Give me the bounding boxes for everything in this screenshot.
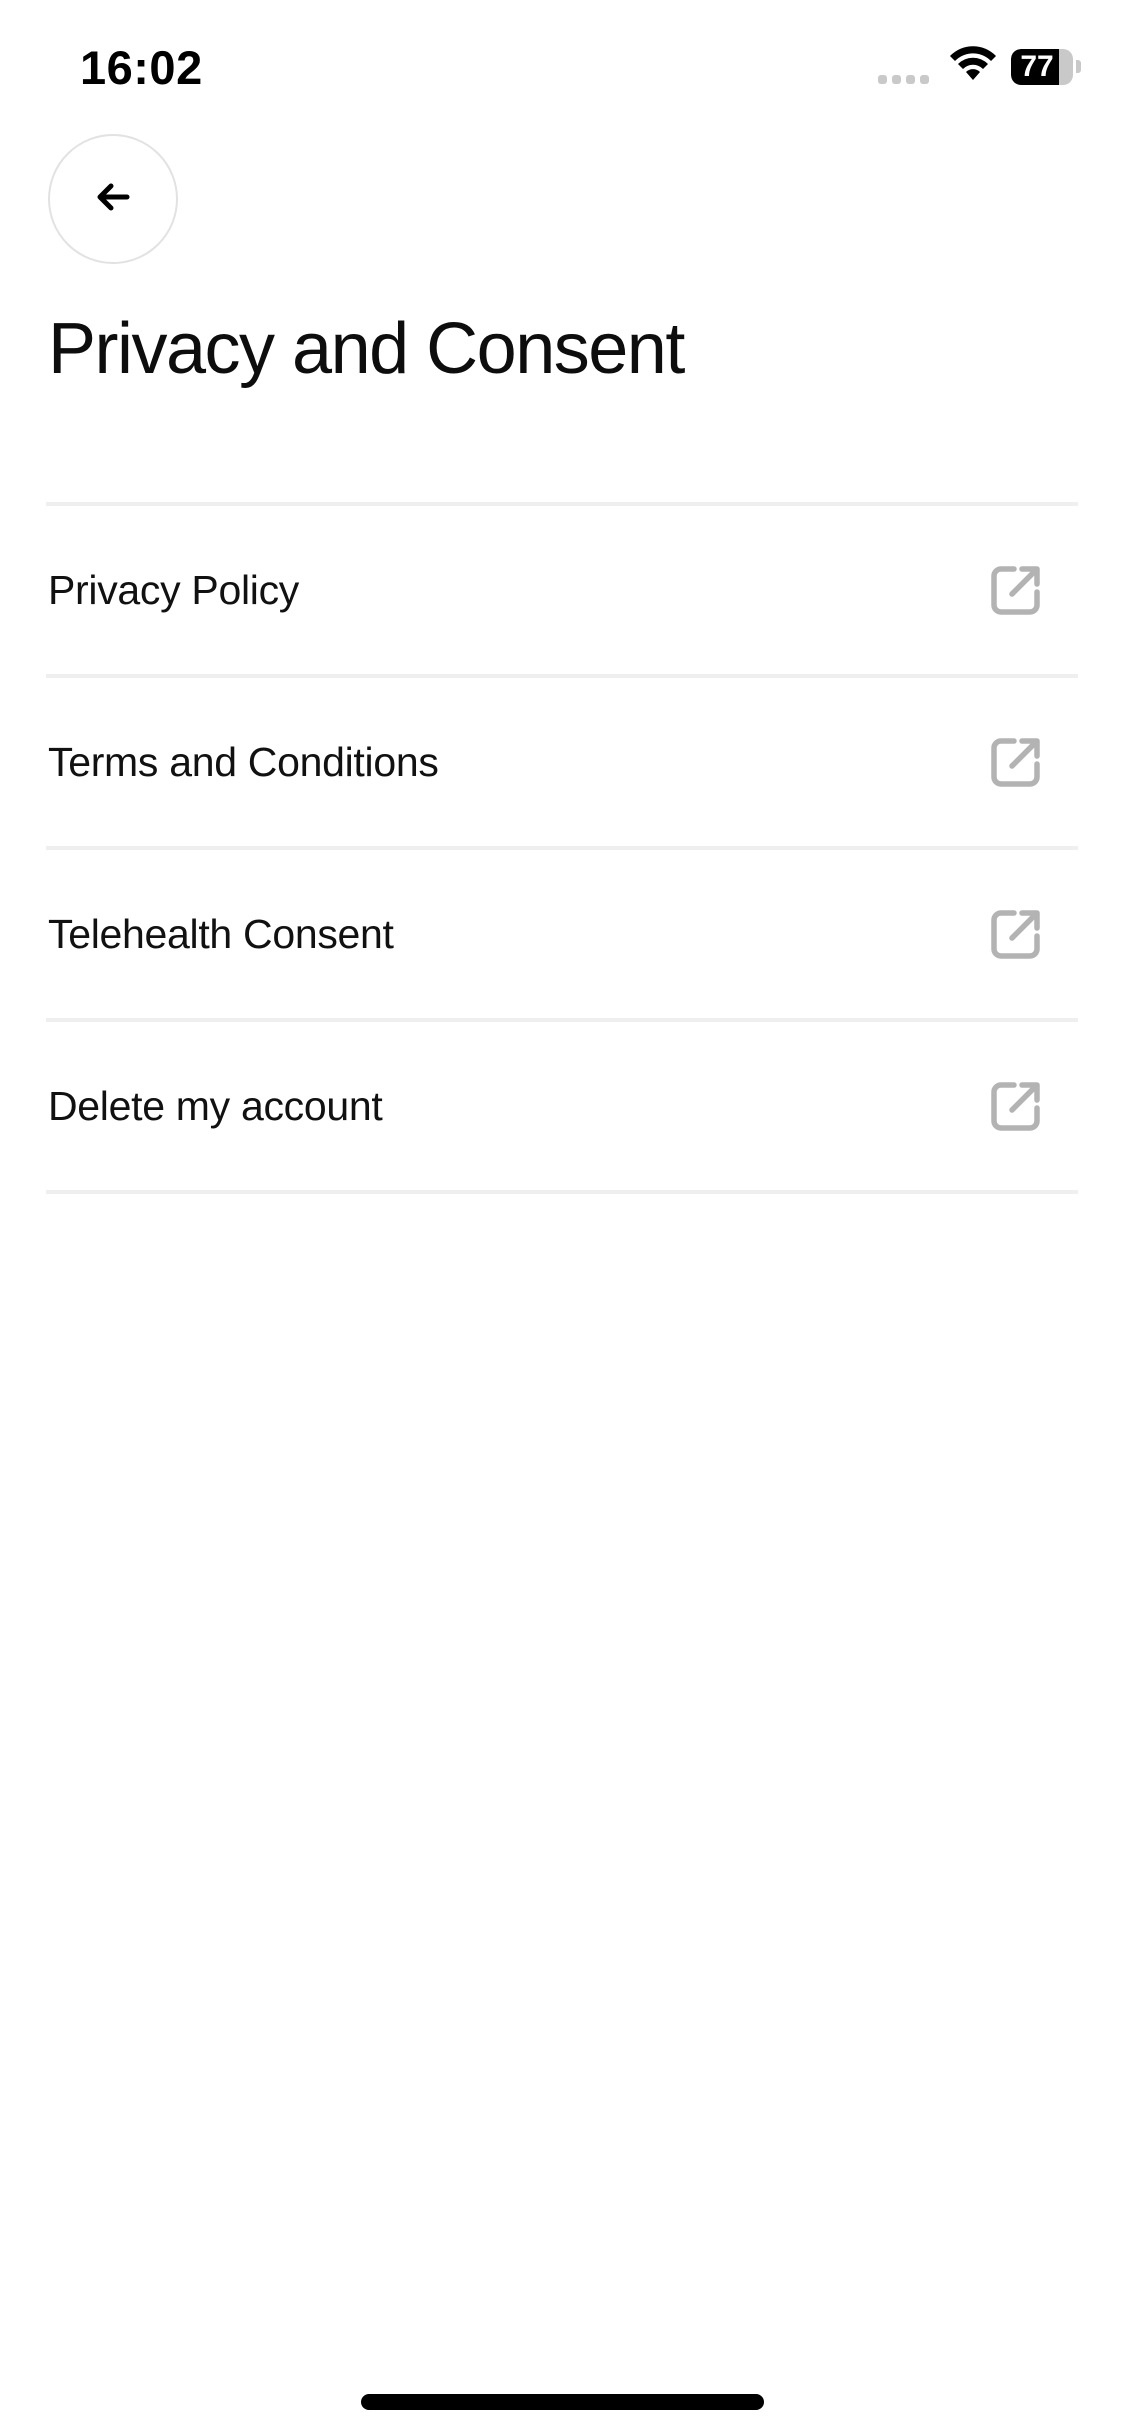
external-link-icon	[988, 906, 1044, 962]
external-link-icon	[988, 734, 1044, 790]
menu-item-label: Telehealth Consent	[48, 910, 394, 957]
external-link-icon	[988, 562, 1044, 618]
home-indicator[interactable]	[361, 2394, 764, 2410]
page-title: Privacy and Consent	[48, 309, 685, 389]
external-link-icon	[988, 1078, 1044, 1134]
wifi-icon	[949, 46, 997, 87]
status-bar: 16:02 77	[0, 0, 1125, 140]
battery-icon: 77	[1011, 48, 1081, 85]
battery-level: 77	[1020, 49, 1054, 83]
menu-item-label: Delete my account	[48, 1082, 383, 1129]
status-icons: 77	[878, 46, 1081, 87]
menu-item-privacy-policy[interactable]: Privacy Policy	[46, 506, 1078, 678]
menu-item-label: Privacy Policy	[48, 566, 299, 613]
back-button[interactable]	[48, 134, 178, 264]
privacy-consent-screen: 16:02 77 Privacy and Consent Privacy Pol…	[0, 0, 1125, 2436]
menu-item-label: Terms and Conditions	[48, 738, 439, 785]
arrow-left-icon	[93, 177, 133, 222]
signal-icon	[878, 50, 929, 84]
menu-item-telehealth-consent[interactable]: Telehealth Consent	[46, 850, 1078, 1022]
menu-list: Privacy Policy Terms and Conditions Tele…	[46, 502, 1078, 1194]
menu-item-delete-account[interactable]: Delete my account	[46, 1022, 1078, 1194]
status-time: 16:02	[80, 41, 203, 94]
menu-item-terms-and-conditions[interactable]: Terms and Conditions	[46, 678, 1078, 850]
